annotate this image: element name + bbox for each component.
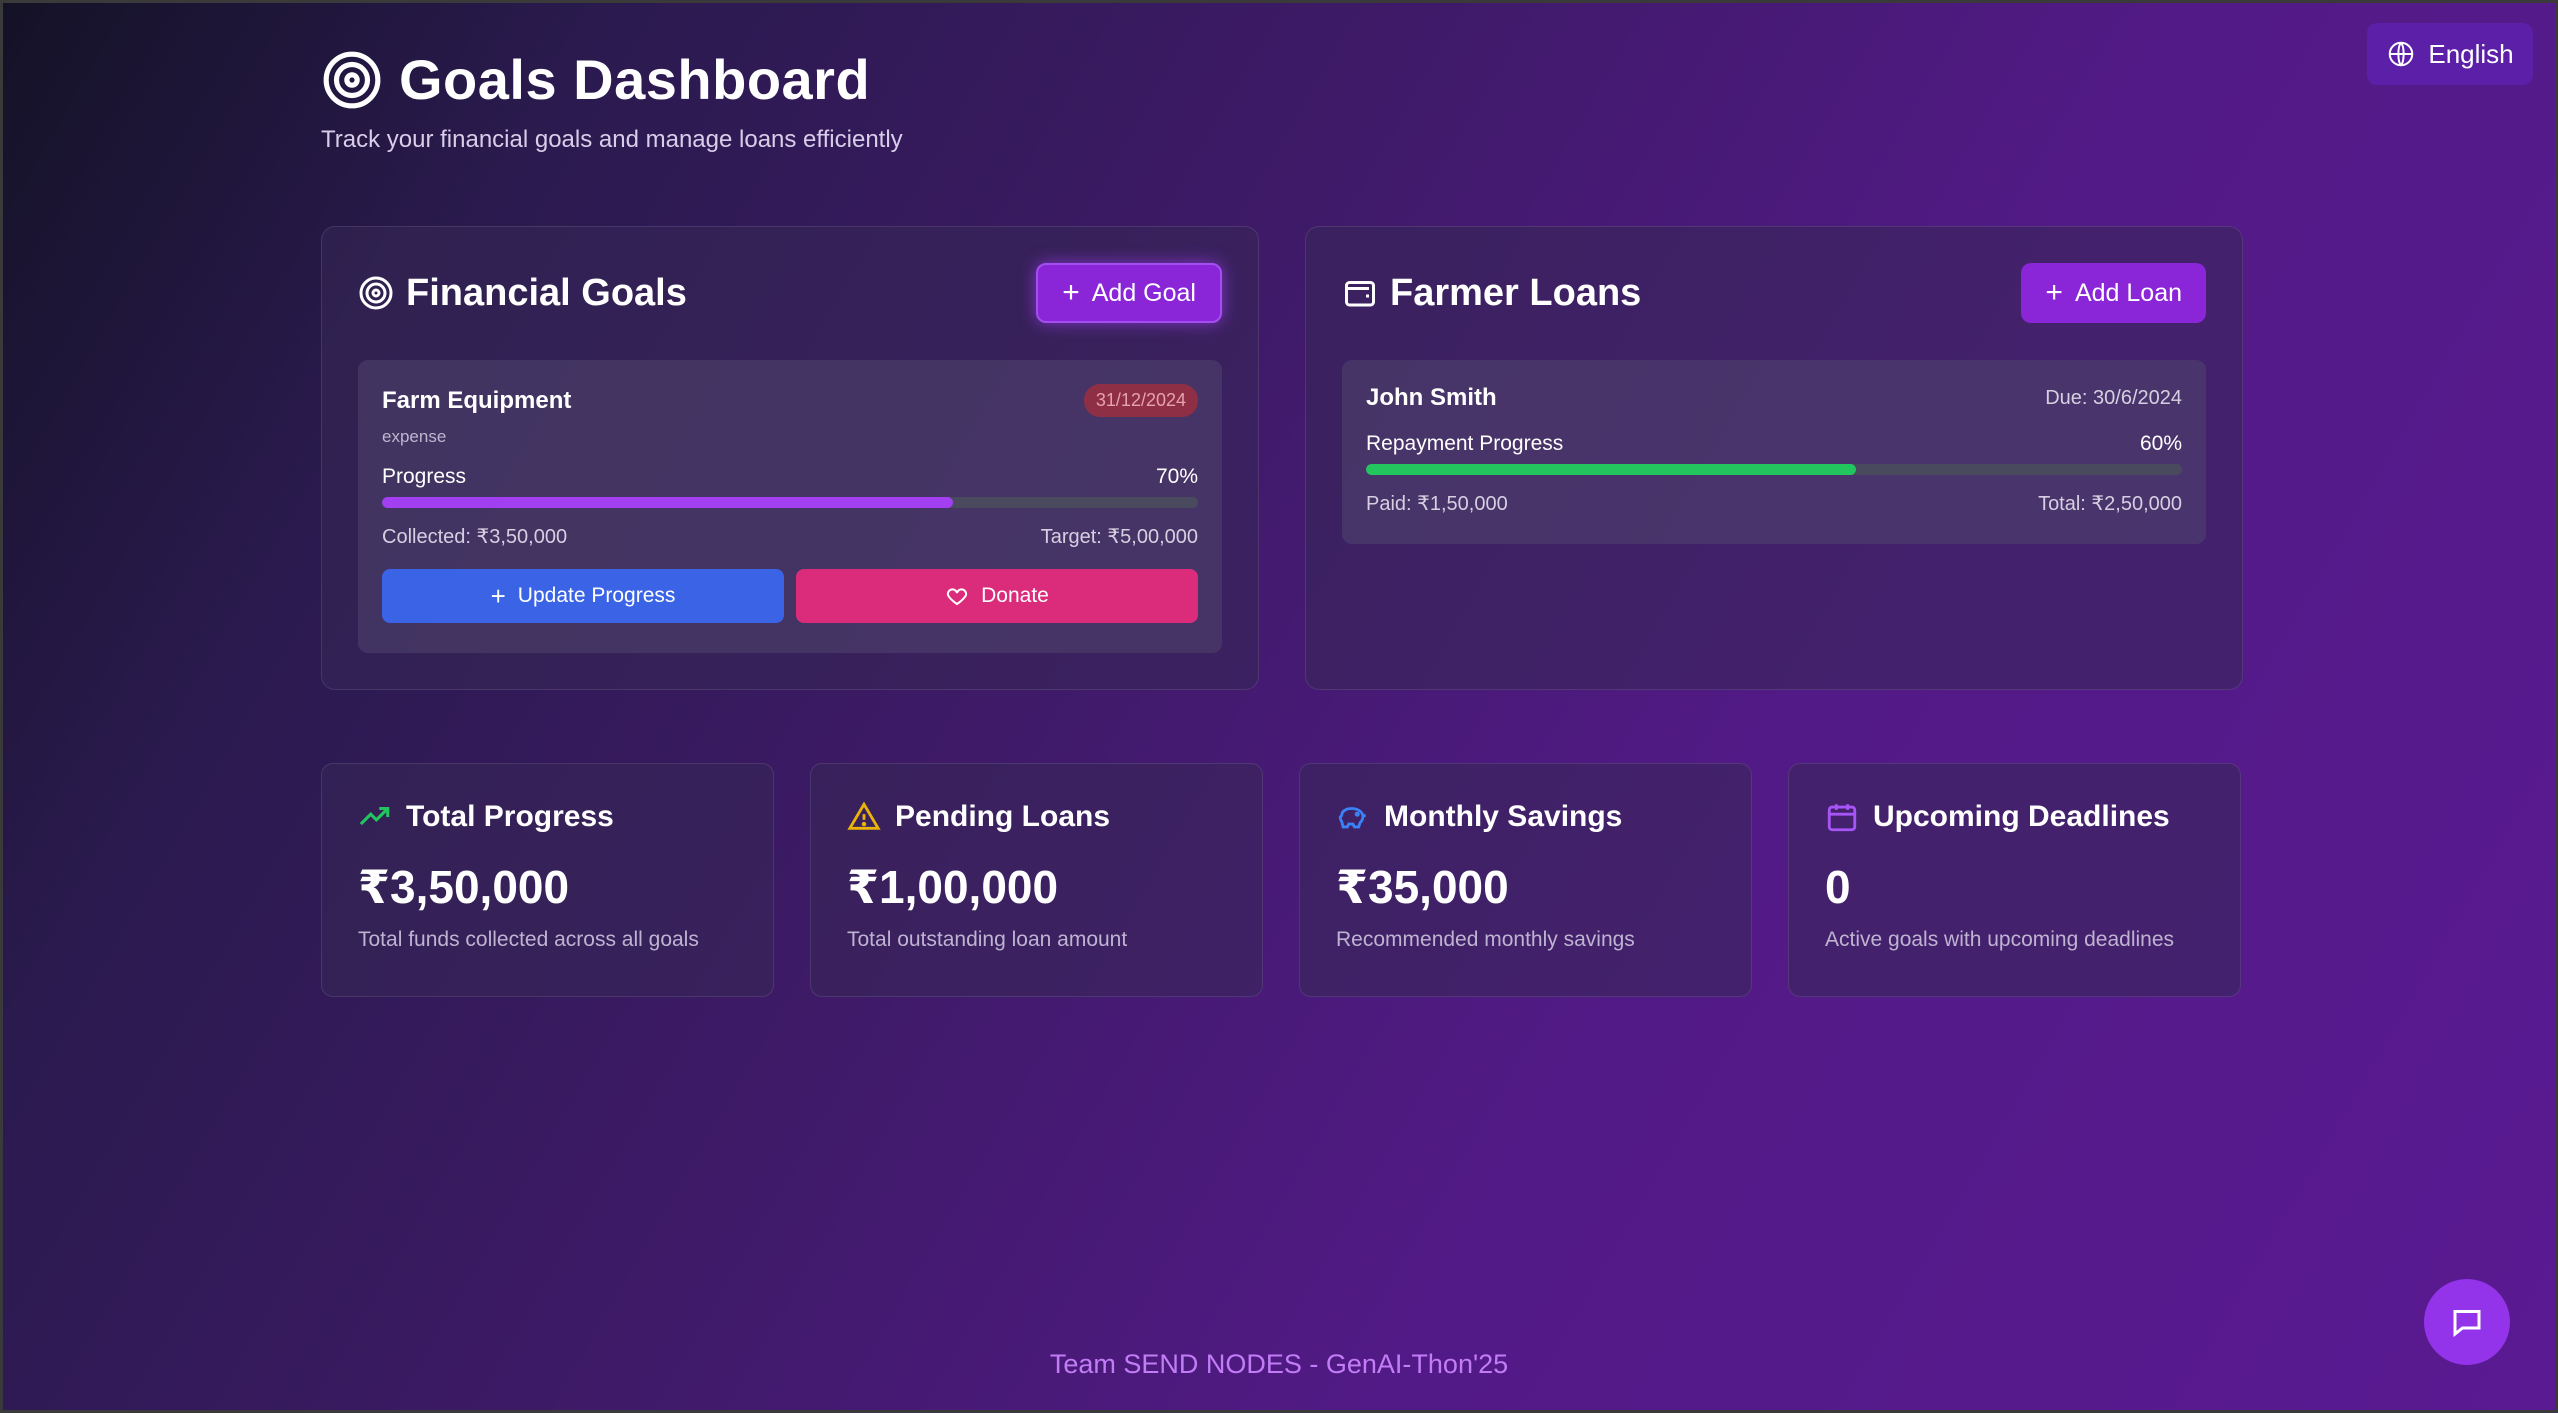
goal-progress-fill bbox=[382, 497, 954, 508]
total-amount: Total: ₹2,50,000 bbox=[2038, 493, 2182, 515]
loan-borrower-name: John Smith bbox=[1366, 384, 1497, 411]
stat-description: Total funds collected across all goals bbox=[358, 928, 699, 951]
stat-card-pending-loans: Pending Loans ₹1,00,000 Total outstandin… bbox=[810, 763, 1263, 997]
panel-title: Financial Goals bbox=[406, 271, 687, 314]
repayment-label: Repayment Progress bbox=[1366, 432, 1564, 455]
plus-icon: + bbox=[2045, 276, 2063, 309]
stat-value: 0 bbox=[1825, 861, 1851, 913]
plus-icon: + bbox=[490, 580, 506, 611]
stat-card-upcoming-deadlines: Upcoming Deadlines 0 Active goals with u… bbox=[1788, 763, 2241, 997]
stat-description: Recommended monthly savings bbox=[1336, 928, 1635, 951]
add-goal-button[interactable]: + Add Goal bbox=[1036, 263, 1222, 323]
stat-card-monthly-savings: Monthly Savings ₹35,000 Recommended mont… bbox=[1299, 763, 1752, 997]
progress-percent: 70% bbox=[1155, 465, 1198, 488]
goal-card: Farm Equipment 31/12/2024 expense Progre… bbox=[358, 360, 1222, 653]
chat-button[interactable] bbox=[2424, 1279, 2510, 1365]
language-label: English bbox=[2428, 38, 2514, 69]
page-subtitle: Track your financial goals and manage lo… bbox=[321, 126, 903, 153]
wallet-icon bbox=[1345, 281, 1375, 307]
goal-name: Farm Equipment bbox=[382, 386, 572, 414]
target-icon bbox=[323, 51, 381, 108]
stat-title: Pending Loans bbox=[895, 800, 1111, 833]
panel-title: Farmer Loans bbox=[1390, 271, 1642, 314]
stat-title: Total Progress bbox=[406, 800, 614, 833]
heart-icon bbox=[947, 588, 968, 606]
update-progress-button[interactable]: + Update Progress bbox=[382, 569, 784, 623]
trending-up-icon bbox=[359, 806, 390, 826]
language-selector[interactable]: English bbox=[2367, 23, 2533, 85]
stat-card-total-progress: Total Progress ₹3,50,000 Total funds col… bbox=[321, 763, 774, 997]
repayment-percent: 60% bbox=[2139, 432, 2182, 455]
goal-type: expense bbox=[382, 427, 447, 446]
plus-icon: + bbox=[1062, 276, 1080, 309]
stat-description: Total outstanding loan amount bbox=[847, 928, 1128, 951]
progress-label: Progress bbox=[382, 465, 467, 488]
stat-description: Active goals with upcoming deadlines bbox=[1825, 928, 2175, 951]
footer-credit: Team SEND NODES - GenAI-Thon'25 bbox=[1049, 1349, 1509, 1379]
loan-due-date: Due: 30/6/2024 bbox=[2045, 386, 2182, 409]
donate-button[interactable]: Donate bbox=[796, 569, 1198, 623]
warning-icon bbox=[847, 801, 881, 830]
page-header: Goals Dashboard Track your financial goa… bbox=[321, 47, 903, 154]
target-amount: Target: ₹5,00,000 bbox=[1040, 526, 1198, 548]
goal-date-badge: 31/12/2024 bbox=[1083, 384, 1198, 417]
globe-icon bbox=[2389, 41, 2414, 67]
stat-title: Monthly Savings bbox=[1384, 800, 1623, 833]
target-icon bbox=[359, 276, 393, 310]
update-progress-label: Update Progress bbox=[517, 584, 676, 607]
paid-amount: Paid: ₹1,50,000 bbox=[1366, 493, 1508, 515]
chat-icon bbox=[2453, 1310, 2481, 1338]
piggy-bank-icon bbox=[1338, 807, 1366, 829]
farmer-loans-panel: Farmer Loans + Add Loan John Smith Due: … bbox=[1305, 226, 2243, 690]
stat-value: ₹1,00,000 bbox=[847, 861, 1059, 913]
financial-goals-panel: Financial Goals + Add Goal Farm Equipmen… bbox=[321, 226, 1259, 690]
stat-value: ₹3,50,000 bbox=[358, 861, 570, 913]
loan-card: John Smith Due: 30/6/2024 Repayment Prog… bbox=[1342, 360, 2206, 544]
stat-title: Upcoming Deadlines bbox=[1873, 800, 2170, 833]
calendar-icon bbox=[1827, 804, 1857, 832]
donate-label: Donate bbox=[981, 584, 1049, 607]
add-loan-label: Add Loan bbox=[2074, 278, 2182, 307]
loan-progress-fill bbox=[1366, 464, 1856, 475]
page-title: Goals Dashboard bbox=[399, 48, 871, 111]
collected-amount: Collected: ₹3,50,000 bbox=[382, 526, 568, 548]
add-goal-label: Add Goal bbox=[1091, 278, 1196, 307]
stat-value: ₹35,000 bbox=[1336, 861, 1509, 913]
goal-progress-bar bbox=[382, 497, 1198, 508]
loan-progress-bar bbox=[1366, 464, 2182, 475]
add-loan-button[interactable]: + Add Loan bbox=[2021, 263, 2206, 323]
